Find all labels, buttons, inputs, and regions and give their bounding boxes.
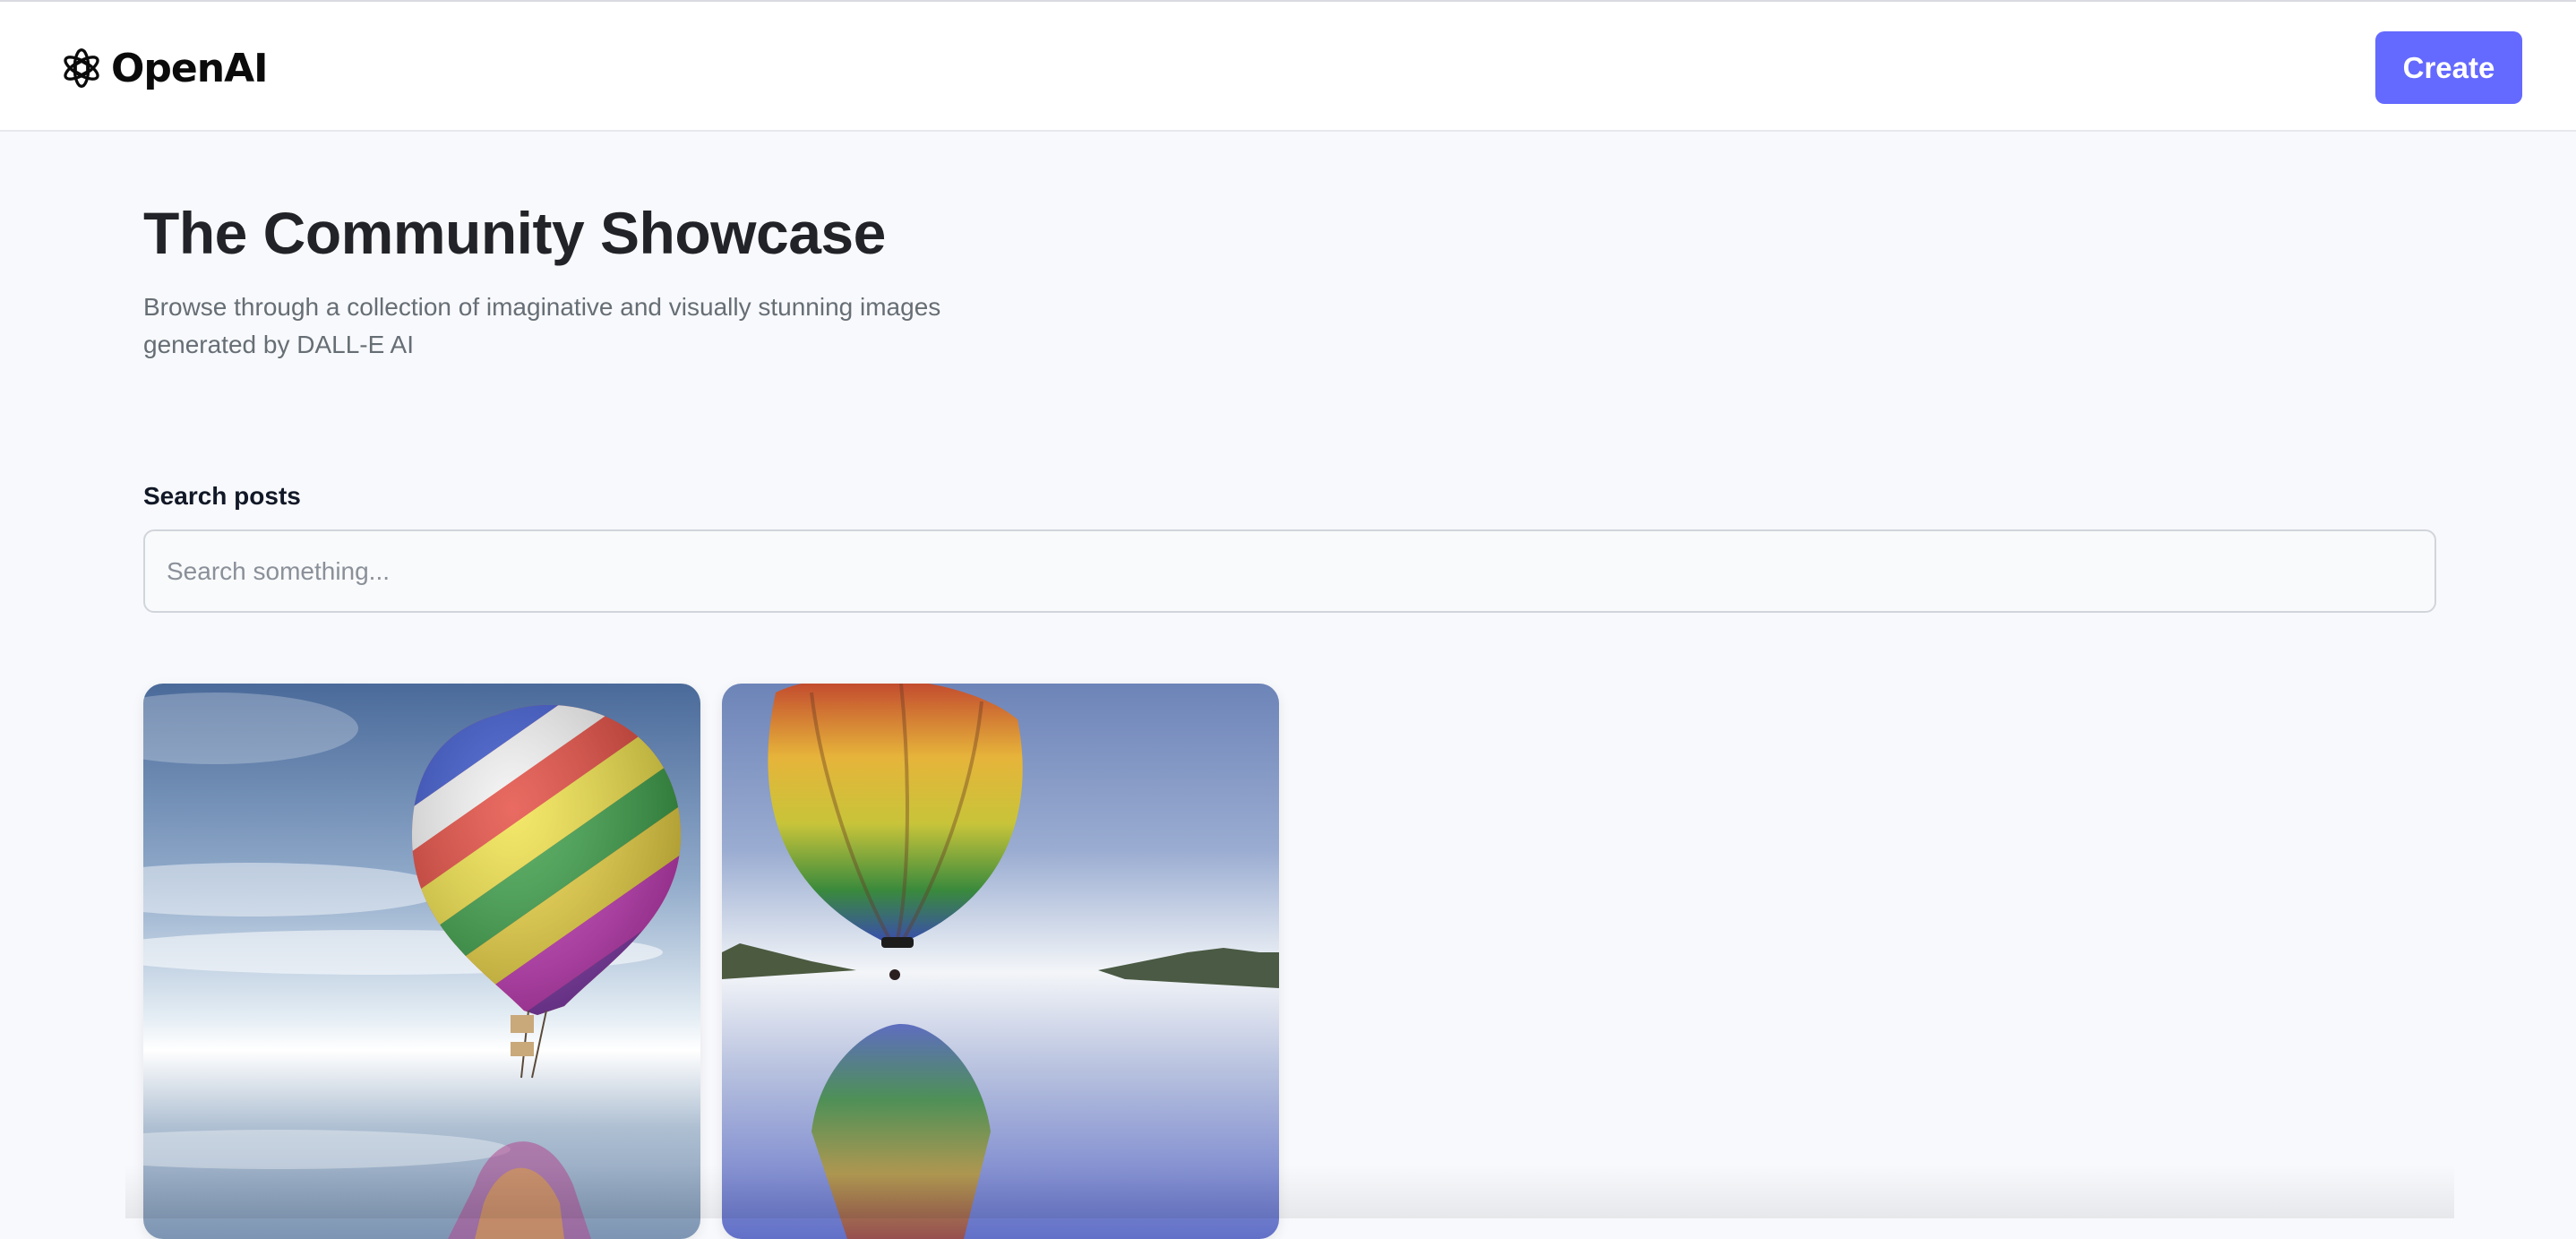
create-button[interactable]: Create — [2375, 31, 2522, 104]
openai-knot-icon — [64, 48, 99, 88]
brand-name: OpenAI — [111, 45, 268, 91]
search-input[interactable] — [143, 529, 2436, 613]
page-subtitle: Browse through a collection of imaginati… — [143, 293, 941, 358]
post-card[interactable] — [722, 684, 1279, 1239]
post-image — [722, 684, 1279, 1239]
page-title: The Community Showcase — [143, 200, 886, 266]
search-label: Search posts — [143, 482, 301, 510]
post-image — [143, 684, 700, 1239]
post-card[interactable] — [143, 684, 700, 1239]
openai-logo[interactable]: OpenAI — [56, 41, 268, 95]
top-nav: OpenAI Create — [0, 0, 2576, 132]
